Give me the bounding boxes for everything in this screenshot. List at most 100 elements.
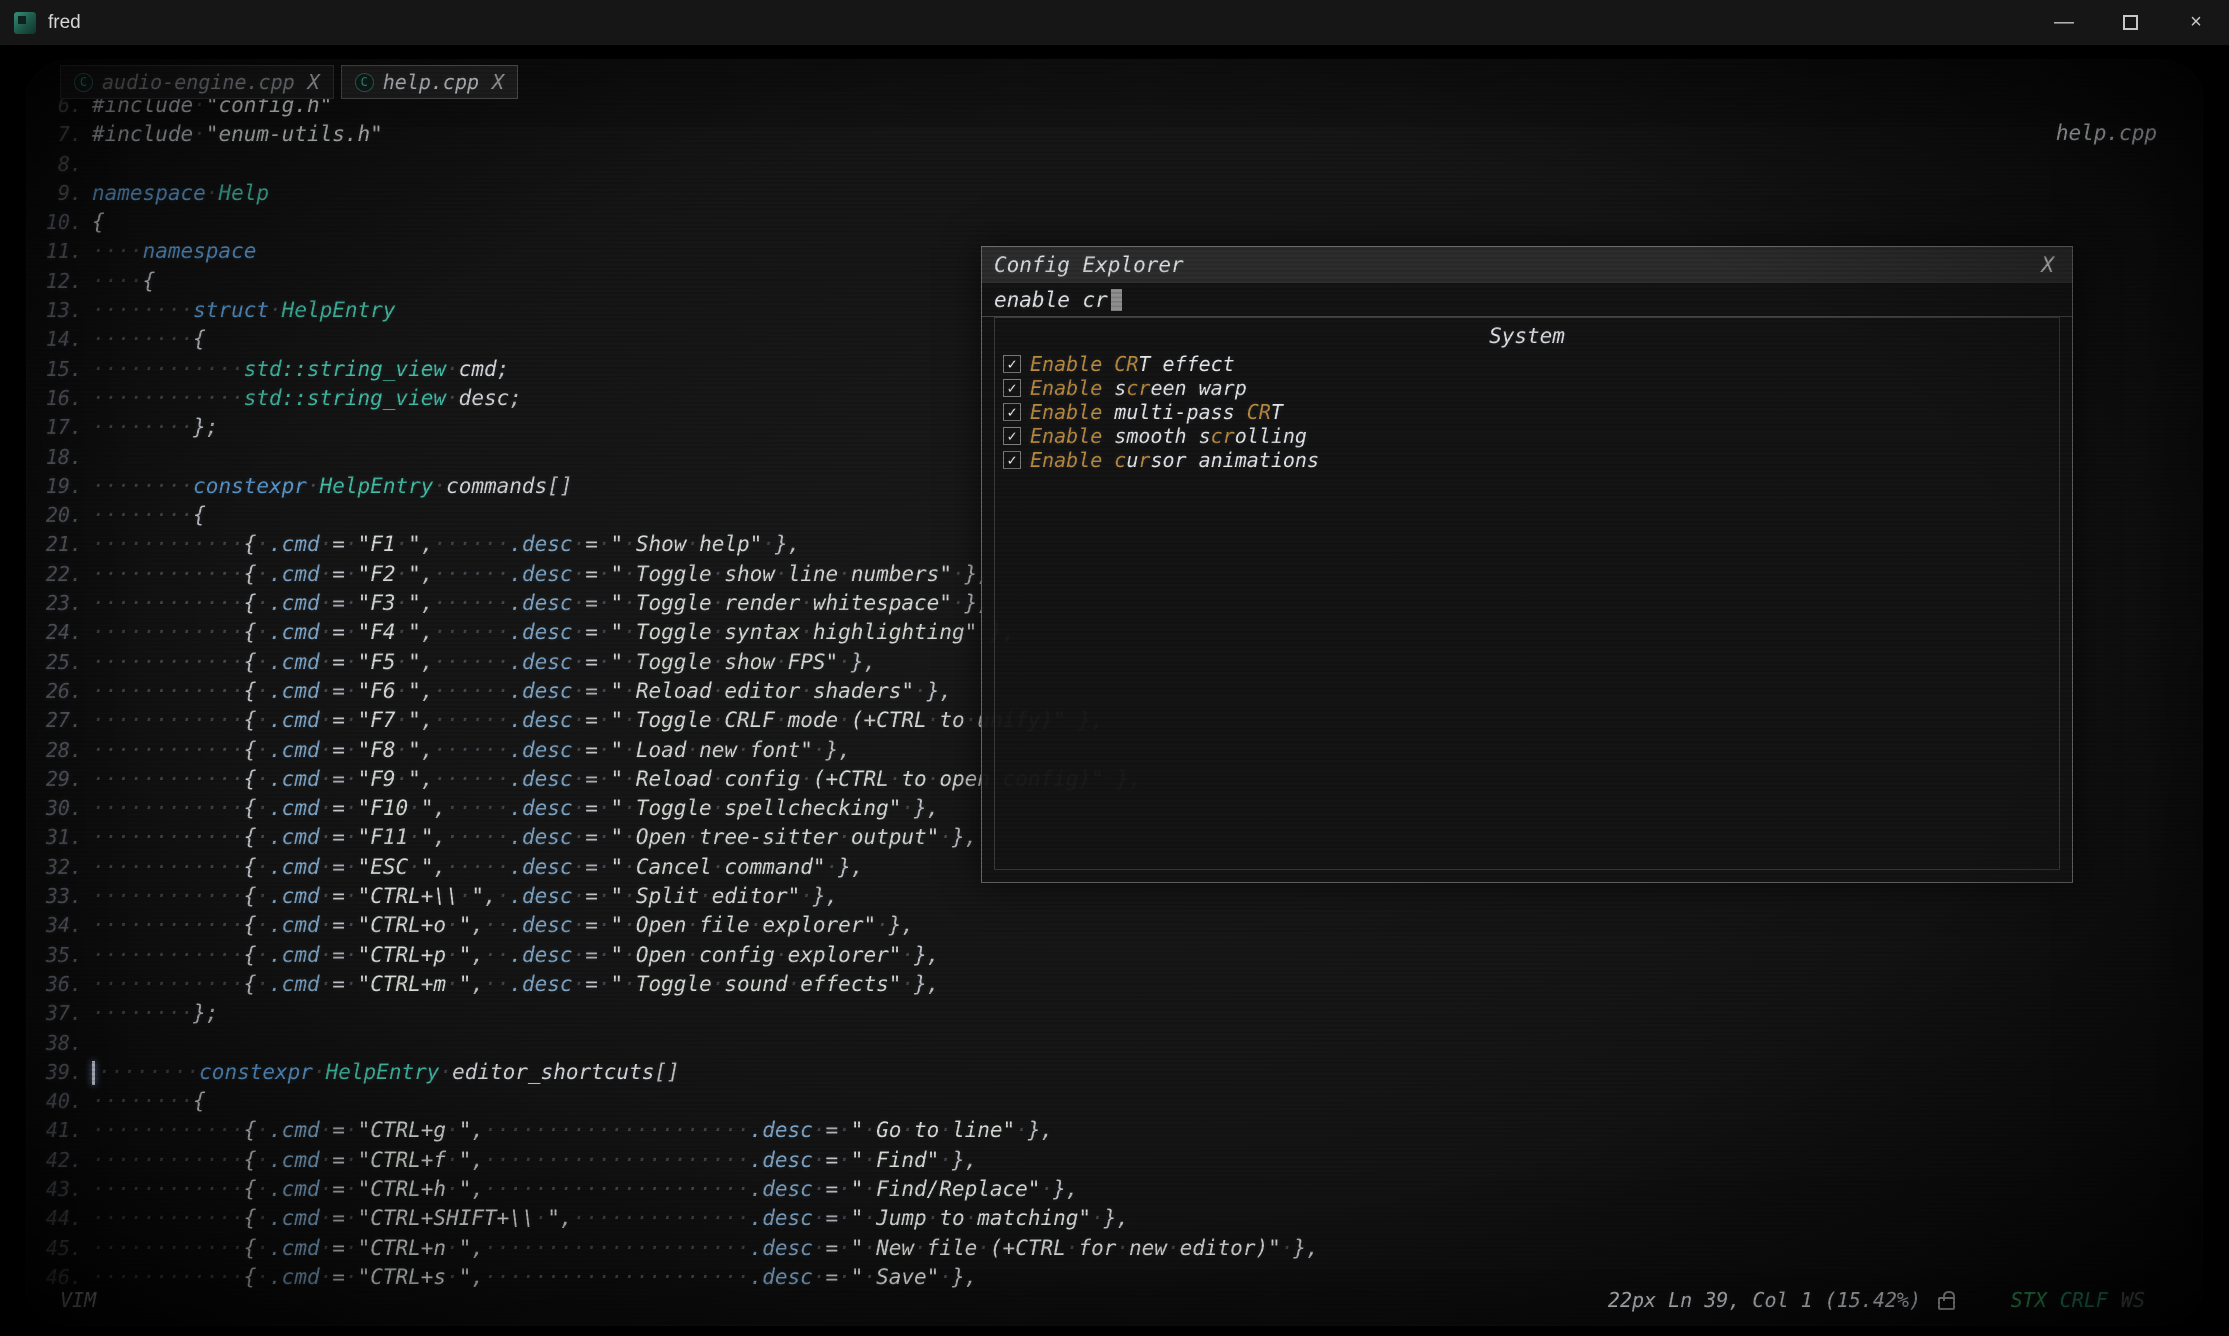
tab-close-icon[interactable]: X xyxy=(308,70,320,94)
whitespace-dots: · xyxy=(256,1265,269,1289)
whitespace-dots: ············ xyxy=(92,825,244,849)
whitespace-dots: · xyxy=(256,796,269,820)
config-item-label: Enable CRT effect xyxy=(1030,352,1235,376)
code-text: ········struct·HelpEntry xyxy=(92,298,395,327)
code-line[interactable]: 37.········}; xyxy=(30,1001,2203,1030)
search-query-input[interactable]: enable cr xyxy=(982,283,2072,317)
whitespace-dots: ······ xyxy=(433,708,509,732)
code-line[interactable]: 34.············{·.cmd·=·"CTRL+o·",··.des… xyxy=(30,913,2203,942)
whitespace-dots: · xyxy=(320,767,333,791)
code-text: ············{·.cmd·=·"CTRL+p·",··.desc·=… xyxy=(92,943,939,972)
whitespace-dots: · xyxy=(623,532,636,556)
whitespace-dots: · xyxy=(345,620,358,644)
line-number: 19. xyxy=(30,474,82,503)
whitespace-dots: · xyxy=(256,620,269,644)
whitespace-dots: ············ xyxy=(92,855,244,879)
tab-help[interactable]: C help.cpp X xyxy=(341,65,518,99)
config-item[interactable]: ✓Enable screen warp xyxy=(1003,376,2051,400)
code-text: ············{·.cmd·=·"F11·",·····.desc·=… xyxy=(92,825,977,854)
status-flag-crlf[interactable]: CRLF xyxy=(2060,1288,2108,1312)
whitespace-dots: · xyxy=(598,884,611,908)
code-line[interactable]: 41.············{·.cmd·=·"CTRL+g·",······… xyxy=(30,1118,2203,1147)
whitespace-dots: · xyxy=(573,532,586,556)
whitespace-dots: ····················· xyxy=(484,1148,750,1172)
whitespace-dots: · xyxy=(408,825,421,849)
whitespace-dots: · xyxy=(965,1206,978,1230)
code-line[interactable]: 38. xyxy=(30,1031,2203,1060)
whitespace-dots: · xyxy=(813,1148,826,1172)
whitespace-dots: · xyxy=(623,972,636,996)
tab-audio-engine[interactable]: C audio-engine.cpp X xyxy=(60,65,334,99)
whitespace-dots: · xyxy=(863,1177,876,1201)
checkbox-icon[interactable]: ✓ xyxy=(1003,355,1021,373)
whitespace-dots: · xyxy=(345,825,358,849)
code-line[interactable]: 10.{ xyxy=(30,210,2203,239)
status-flag-stx[interactable]: STX xyxy=(2011,1288,2047,1312)
config-item[interactable]: ✓Enable cursor animations xyxy=(1003,448,2051,472)
code-line[interactable]: 8. xyxy=(30,152,2203,181)
code-line[interactable]: 45.············{·.cmd·=·"CTRL+n·",······… xyxy=(30,1236,2203,1265)
checkbox-icon[interactable]: ✓ xyxy=(1003,451,1021,469)
code-line[interactable]: 9.namespace·Help xyxy=(30,181,2203,210)
whitespace-dots: · xyxy=(320,1118,333,1142)
whitespace-dots: · xyxy=(623,620,636,644)
checkbox-icon[interactable]: ✓ xyxy=(1003,379,1021,397)
whitespace-dots: · xyxy=(939,1118,952,1142)
maximize-button[interactable] xyxy=(2097,0,2163,45)
whitespace-dots: · xyxy=(396,650,409,674)
whitespace-dots: · xyxy=(598,796,611,820)
maximize-icon xyxy=(2123,15,2138,30)
whitespace-dots: · xyxy=(927,767,940,791)
code-line[interactable]: 44.············{·.cmd·=·"CTRL+SHIFT+\\·"… xyxy=(30,1206,2203,1235)
whitespace-dots: · xyxy=(256,884,269,908)
code-text: ············{·.cmd·=·"CTRL+n·",·········… xyxy=(92,1236,1319,1265)
whitespace-dots: ····················· xyxy=(484,1118,750,1142)
whitespace-dots: · xyxy=(788,972,801,996)
whitespace-dots: · xyxy=(256,825,269,849)
config-item[interactable]: ✓Enable multi-pass CRT xyxy=(1003,400,2051,424)
checkbox-icon[interactable]: ✓ xyxy=(1003,403,1021,421)
code-text: ····{ xyxy=(92,269,155,298)
checkbox-icon[interactable]: ✓ xyxy=(1003,427,1021,445)
code-line[interactable]: 39.········constexpr·HelpEntry·editor_sh… xyxy=(30,1060,2203,1089)
minimize-button[interactable]: — xyxy=(2031,0,2097,45)
code-line[interactable]: 36.············{·.cmd·=·"CTRL+m·",··.des… xyxy=(30,972,2203,1001)
code-text: ········constexpr·HelpEntry·commands[] xyxy=(92,474,573,503)
code-text: ············{·.cmd·=·"CTRL+SHIFT+\\·",··… xyxy=(92,1206,1129,1235)
whitespace-dots: · xyxy=(775,650,788,674)
whitespace-dots: ····················· xyxy=(484,1177,750,1201)
tab-close-icon[interactable]: X xyxy=(492,70,504,94)
whitespace-dots: · xyxy=(838,650,851,674)
code-text: ············{·.cmd·=·"F3·",······.desc·=… xyxy=(92,591,990,620)
config-item[interactable]: ✓Enable smooth scrolling xyxy=(1003,424,2051,448)
whitespace-dots: · xyxy=(573,855,586,879)
whitespace-dots: · xyxy=(965,708,978,732)
code-text: ············{·.cmd·=·"CTRL+\\·",·.desc·=… xyxy=(92,884,838,913)
whitespace-dots: · xyxy=(256,1118,269,1142)
code-line[interactable]: 35.············{·.cmd·=·"CTRL+p·",··.des… xyxy=(30,943,2203,972)
whitespace-dots: · xyxy=(737,738,750,762)
lock-icon[interactable] xyxy=(1938,1297,1955,1310)
code-line[interactable]: 42.············{·.cmd·=·"CTRL+f·",······… xyxy=(30,1148,2203,1177)
whitespace-dots: · xyxy=(686,943,699,967)
line-number: 34. xyxy=(30,913,82,942)
whitespace-dots: · xyxy=(446,1265,459,1289)
config-item[interactable]: ✓ Enable CRT effect xyxy=(1003,352,2051,376)
code-line[interactable]: 43.············{·.cmd·=·"CTRL+h·",······… xyxy=(30,1177,2203,1206)
whitespace-dots: · xyxy=(320,738,333,762)
line-number: 31. xyxy=(30,825,82,854)
line-number: 33. xyxy=(30,884,82,913)
close-button[interactable]: × xyxy=(2163,0,2229,45)
code-line[interactable]: 7.#include·"enum-utils.h" xyxy=(30,122,2203,151)
whitespace-dots: · xyxy=(256,532,269,556)
code-line[interactable]: 33.············{·.cmd·=·"CTRL+\\·",·.des… xyxy=(30,884,2203,913)
whitespace-dots: · xyxy=(256,591,269,615)
popup-close-icon[interactable]: X xyxy=(2035,253,2060,277)
whitespace-dots: · xyxy=(598,679,611,703)
code-line[interactable]: 40.········{ xyxy=(30,1089,2203,1118)
whitespace-dots: · xyxy=(598,738,611,762)
line-number: 10. xyxy=(30,210,82,239)
line-number: 36. xyxy=(30,972,82,1001)
status-flag-ws[interactable]: WS xyxy=(2121,1288,2145,1312)
whitespace-dots: · xyxy=(838,1206,851,1230)
